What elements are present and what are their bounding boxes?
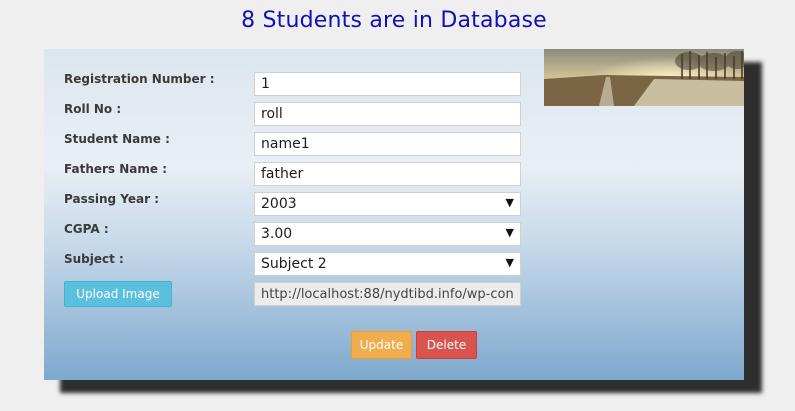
registration-number-input[interactable]: 1	[254, 72, 521, 96]
cgpa-label: CGPA :	[64, 222, 109, 236]
delete-button[interactable]: Delete	[416, 331, 477, 359]
roll-no-input[interactable]: roll	[254, 102, 521, 126]
caret-down-icon: ▼	[505, 196, 514, 209]
upload-image-button[interactable]: Upload Image	[64, 281, 172, 307]
fathers-name-label: Fathers Name :	[64, 162, 168, 176]
passing-year-value: 2003	[261, 196, 297, 212]
cgpa-select[interactable]: 3.00 ▼	[254, 222, 521, 246]
registration-number-label: Registration Number :	[64, 72, 215, 86]
image-url-field[interactable]: http://localhost:88/nydtibd.info/wp-con	[254, 282, 521, 306]
page-title: 8 Students are in Database	[241, 8, 547, 33]
landscape-image	[544, 49, 744, 106]
roll-no-label: Roll No :	[64, 102, 122, 116]
student-name-input[interactable]: name1	[254, 132, 521, 156]
passing-year-select[interactable]: 2003 ▼	[254, 192, 521, 216]
passing-year-label: Passing Year :	[64, 192, 159, 206]
subject-label: Subject :	[64, 252, 124, 266]
fathers-name-input[interactable]: father	[254, 162, 521, 186]
student-photo	[544, 49, 744, 106]
cgpa-value: 3.00	[261, 226, 293, 242]
student-form-panel: Registration Number : 1 Roll No : roll S…	[44, 49, 744, 380]
subject-value: Subject 2	[261, 256, 327, 272]
caret-down-icon: ▼	[505, 226, 514, 239]
subject-select[interactable]: Subject 2 ▼	[254, 252, 521, 276]
caret-down-icon: ▼	[505, 256, 514, 269]
student-name-label: Student Name :	[64, 132, 170, 146]
update-button[interactable]: Update	[351, 331, 412, 359]
